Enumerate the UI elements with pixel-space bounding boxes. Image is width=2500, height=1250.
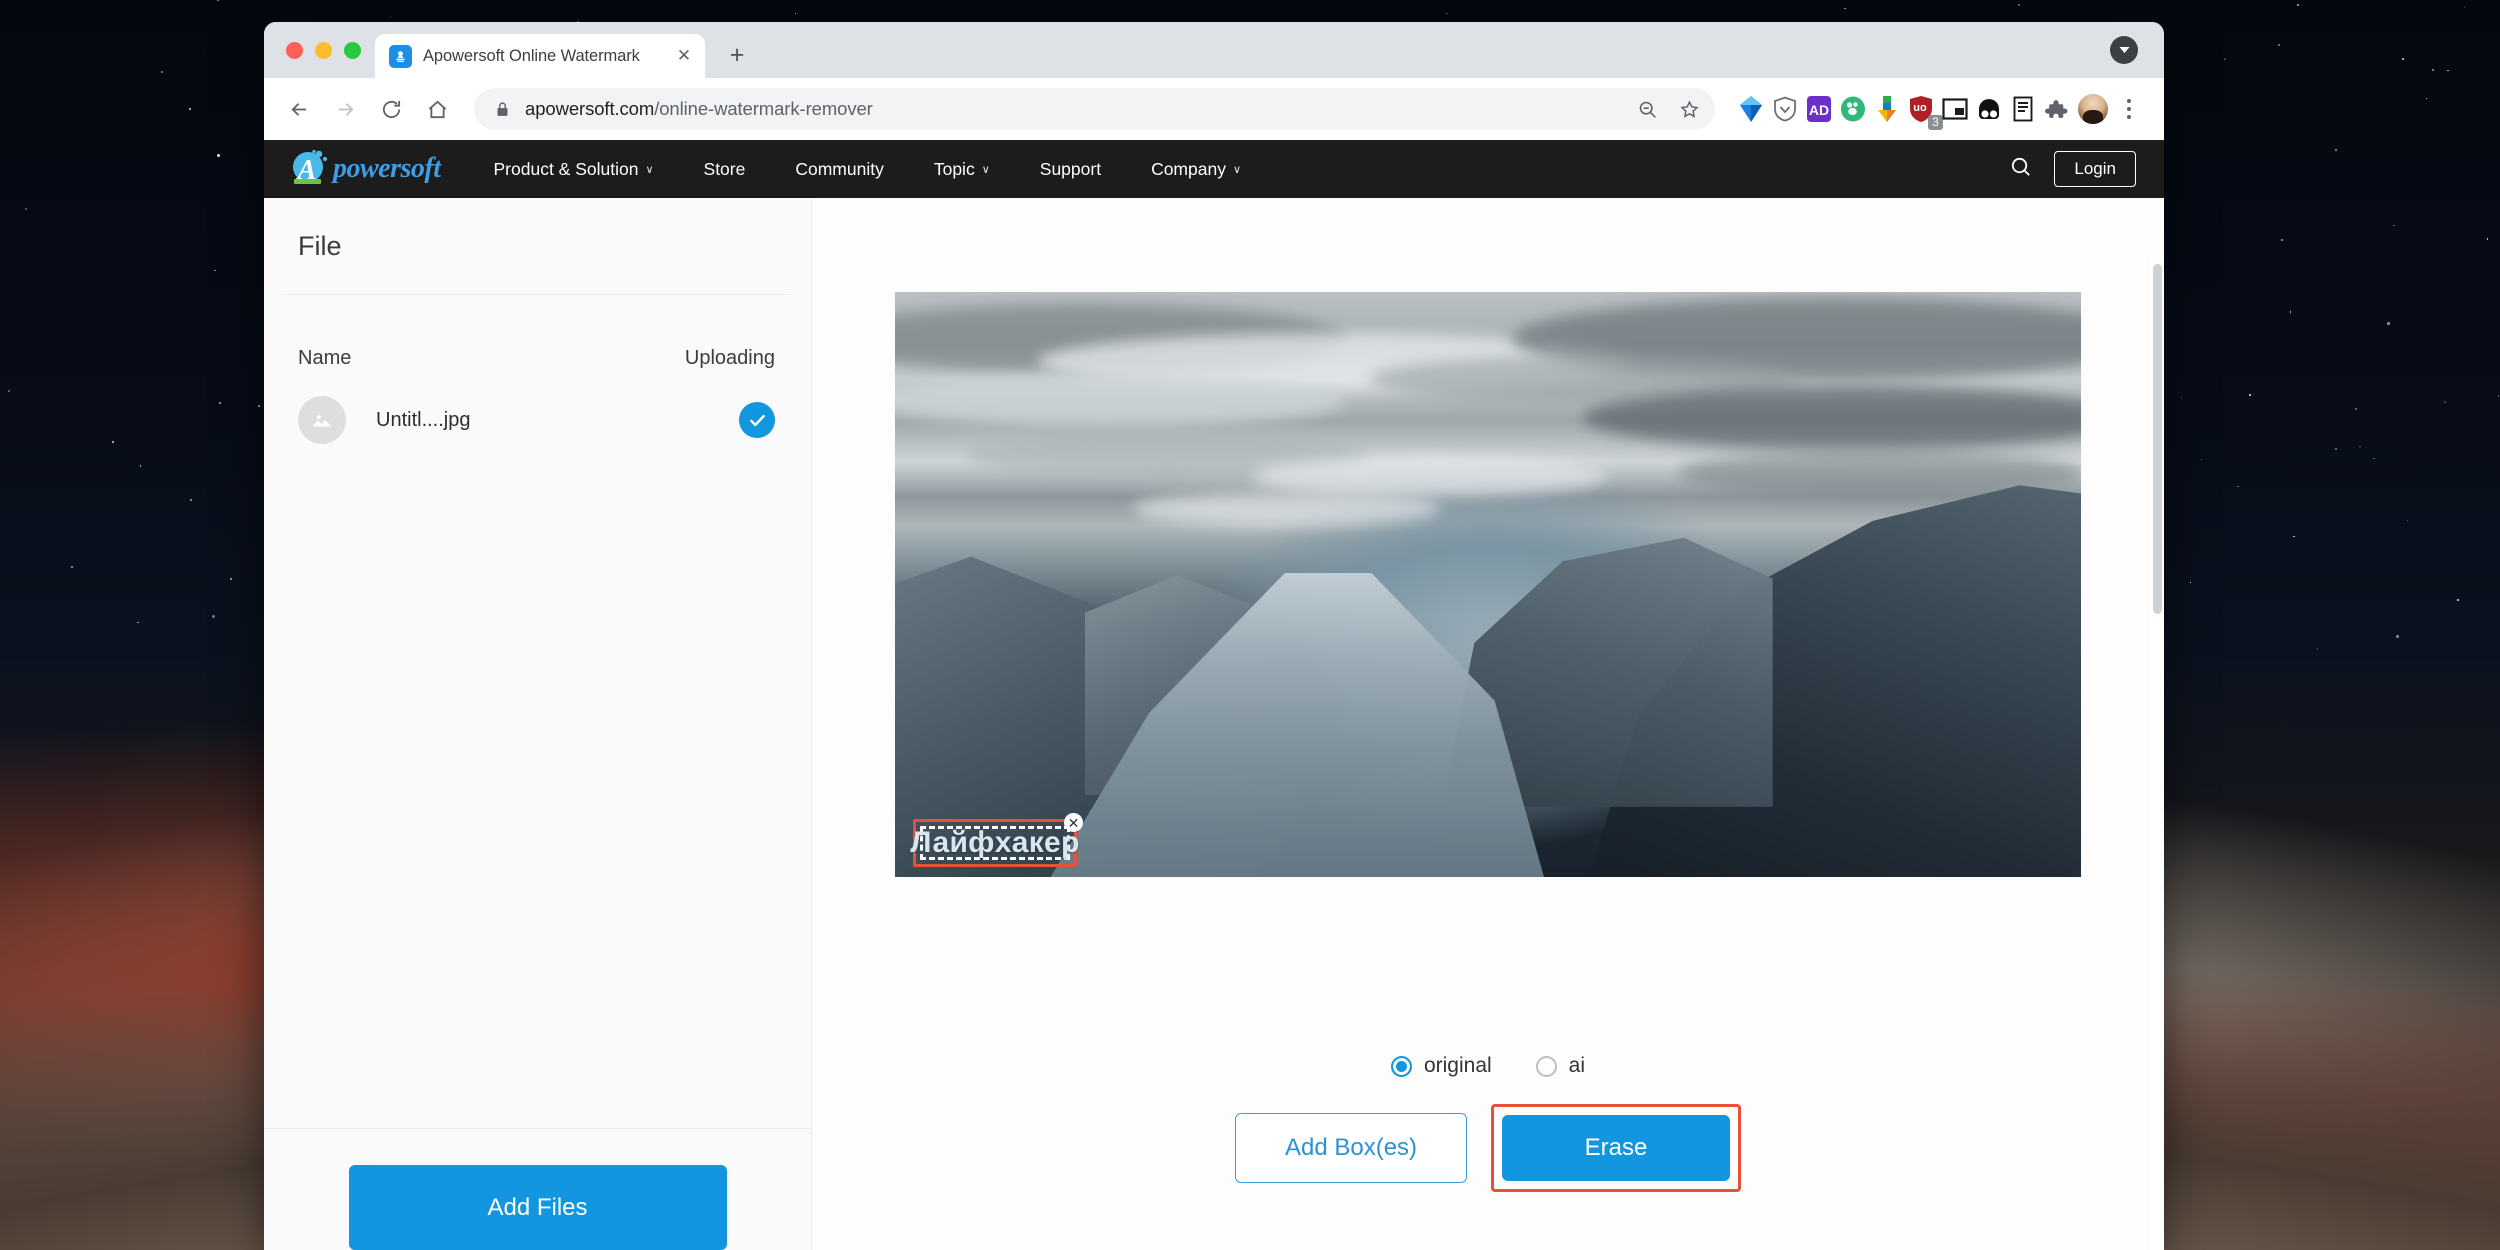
apowersoft-logo[interactable]: A powersoft — [288, 149, 441, 189]
browser-window: Apowersoft Online Watermark ✕ + apowerso… — [264, 22, 2164, 1250]
nav-label: Topic — [933, 158, 975, 179]
image-canvas-wrapper: Лайфхакер ✕ — [812, 198, 2164, 1054]
watermark-selection-box[interactable]: Лайфхакер ✕ — [910, 813, 1083, 867]
picture-in-picture-icon[interactable] — [1941, 96, 1968, 123]
url-path: /online-watermark-remover — [654, 98, 873, 119]
file-sidebar: File Name Uploading Untitl....jpg Add Fi… — [264, 198, 812, 1250]
nav-item-community[interactable]: Community — [770, 159, 909, 180]
nav-item-topic[interactable]: Topic ∨ — [909, 159, 1015, 180]
search-icon[interactable] — [2009, 155, 2032, 183]
nav-label: Community — [795, 158, 884, 179]
radio-option-ai[interactable]: ai — [1535, 1054, 1586, 1078]
chevron-down-icon: ∨ — [1232, 163, 1242, 176]
green-paw-extension-icon[interactable] — [1839, 96, 1866, 123]
svg-text:AD: AD — [1808, 102, 1828, 118]
browser-toolbar: apowersoft.com/online-watermark-remover … — [264, 78, 2164, 140]
home-icon[interactable] — [416, 88, 458, 130]
window-controls — [282, 22, 375, 78]
radio-indicator-ai[interactable] — [1535, 1055, 1557, 1077]
page-scrollbar[interactable] — [2150, 258, 2164, 1250]
radio-indicator-original[interactable] — [1390, 1055, 1412, 1077]
logo-wordmark: powersoft — [333, 153, 441, 184]
site-navbar: A powersoft Product & Solution ∨ Store C… — [264, 140, 2164, 198]
address-bar[interactable]: apowersoft.com/online-watermark-remover — [474, 88, 1715, 130]
browser-menu-icon[interactable] — [2112, 88, 2146, 130]
shield-extension-icon[interactable] — [1771, 96, 1798, 123]
editor-action-row: Add Box(es) Erase — [1235, 1104, 1741, 1192]
nav-item-product-solution[interactable]: Product & Solution ∨ — [469, 159, 679, 180]
image-placeholder-icon — [298, 396, 346, 444]
web-page: A powersoft Product & Solution ∨ Store C… — [264, 140, 2164, 1250]
browser-tab-strip: Apowersoft Online Watermark ✕ + — [264, 22, 2164, 78]
reload-icon[interactable] — [370, 88, 412, 130]
close-window-button[interactable] — [286, 41, 303, 59]
radio-label-ai: ai — [1568, 1054, 1586, 1077]
maximize-window-button[interactable] — [344, 41, 361, 59]
svg-text:A: A — [296, 155, 317, 186]
zoom-out-icon[interactable] — [1627, 89, 1667, 129]
file-table-header: Name Uploading — [264, 295, 811, 370]
nav-item-store[interactable]: Store — [679, 159, 771, 180]
diamond-extension-icon[interactable] — [1737, 96, 1764, 123]
close-icon[interactable]: ✕ — [1064, 813, 1083, 832]
purple-ad-extension-icon[interactable]: AD — [1805, 96, 1832, 123]
sidebar-title: File — [298, 230, 342, 261]
red-shield-extension-icon[interactable]: uo 3 — [1907, 96, 1943, 130]
chevron-down-icon: ∨ — [981, 163, 990, 176]
profile-avatar[interactable] — [2078, 94, 2108, 124]
column-header-status: Uploading — [684, 347, 775, 369]
download-extension-icon[interactable] — [1873, 96, 1900, 123]
radio-label-original: original — [1423, 1054, 1492, 1077]
sidebar-header: File — [264, 198, 811, 294]
file-list-item[interactable]: Untitl....jpg — [264, 370, 811, 444]
site-nav-links: Product & Solution ∨ Store Community Top… — [469, 159, 1267, 180]
radio-option-original[interactable]: original — [1390, 1054, 1492, 1078]
mode-radio-group: original ai — [1390, 1054, 1586, 1078]
check-circle-icon — [739, 402, 775, 438]
url-domain: apowersoft.com — [525, 98, 655, 119]
file-name: Untitl....jpg — [376, 408, 471, 431]
chevron-down-icon: ∨ — [645, 163, 654, 176]
forward-icon[interactable] — [324, 88, 366, 130]
minimize-window-button[interactable] — [315, 41, 332, 59]
tab-list-button[interactable] — [2110, 36, 2138, 64]
watermark-dashed-border: Лайфхакер — [910, 826, 1079, 860]
black-eyes-extension-icon[interactable] — [1975, 96, 2002, 123]
tab-title: Apowersoft Online Watermark — [423, 46, 640, 65]
site-nav-actions: Login — [2009, 151, 2136, 187]
erase-button[interactable]: Erase — [1502, 1115, 1730, 1181]
login-button[interactable]: Login — [2054, 151, 2136, 187]
watermark-text: Лайфхакер — [910, 826, 1080, 859]
app-body: File Name Uploading Untitl....jpg Add Fi… — [264, 198, 2164, 1250]
erase-button-highlight: Erase — [1491, 1104, 1741, 1192]
puzzle-extensions-icon[interactable] — [2043, 96, 2070, 123]
close-icon[interactable]: ✕ — [673, 45, 695, 67]
page-scrollbar-thumb[interactable] — [2153, 264, 2162, 614]
nav-item-support[interactable]: Support — [1015, 159, 1126, 180]
nav-label: Company — [1151, 158, 1226, 179]
back-icon[interactable] — [278, 88, 320, 130]
column-header-name: Name — [298, 347, 352, 369]
nav-label: Support — [1039, 158, 1102, 179]
nav-item-company[interactable]: Company ∨ — [1126, 159, 1266, 180]
editor-image[interactable]: Лайфхакер ✕ — [895, 292, 2081, 877]
browser-tab[interactable]: Apowersoft Online Watermark ✕ — [375, 34, 705, 78]
nav-label: Store — [703, 158, 746, 179]
svg-text:uo: uo — [1913, 102, 1927, 114]
new-tab-button[interactable]: + — [717, 35, 757, 75]
add-files-button[interactable]: Add Files — [348, 1165, 727, 1250]
omnibox-actions — [1627, 89, 1709, 129]
star-icon[interactable] — [1669, 89, 1709, 129]
address-bar-url: apowersoft.com/online-watermark-remover — [525, 98, 873, 120]
sidebar-footer: Add Files — [264, 1128, 811, 1250]
add-boxes-button[interactable]: Add Box(es) — [1235, 1113, 1467, 1183]
stamp-icon — [389, 44, 412, 68]
lock-icon — [494, 101, 511, 118]
nav-label: Product & Solution — [493, 158, 639, 179]
editor-panel: Лайфхакер ✕ original ai Add Box(es) Eras… — [812, 198, 2164, 1250]
reading-list-icon[interactable] — [2009, 96, 2036, 123]
extension-icons: AD uo 3 — [1729, 96, 2070, 130]
editor-controls: original ai Add Box(es) Erase — [812, 1054, 2164, 1250]
